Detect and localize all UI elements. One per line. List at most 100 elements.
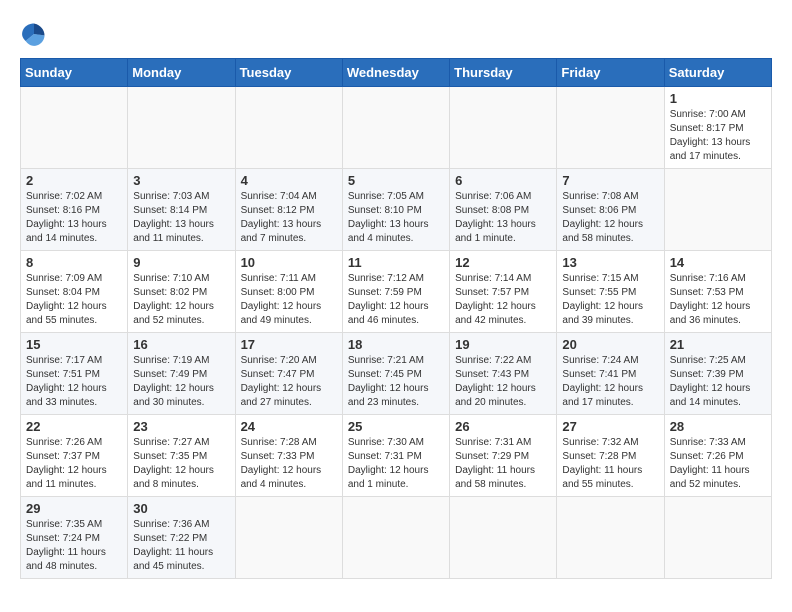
day-number: 16 [133,337,229,352]
empty-cell [235,87,342,169]
day-info: Sunrise: 7:19 AMSunset: 7:49 PMDaylight:… [133,354,229,410]
day-number: 26 [455,419,551,434]
day-info: Sunrise: 7:33 AMSunset: 7:26 PMDaylight:… [670,436,766,492]
day-info: Sunrise: 7:14 AMSunset: 7:57 PMDaylight:… [455,272,551,328]
calendar-row: 29Sunrise: 7:35 AMSunset: 7:24 PMDayligh… [21,497,772,579]
day-info: Sunrise: 7:09 AMSunset: 8:04 PMDaylight:… [26,272,122,328]
calendar-row: 15 Sunrise: 7:17 AMSunset: 7:51 PMDayligh… [21,333,772,415]
day-number: 28 [670,419,766,434]
empty-cell [342,497,449,579]
calendar-day: 15 Sunrise: 7:17 AMSunset: 7:51 PMDayligh… [21,333,128,415]
day-info: Sunrise: 7:36 AMSunset: 7:22 PMDaylight:… [133,518,229,574]
day-info: Sunrise: 7:12 AMSunset: 7:59 PMDaylight:… [348,272,444,328]
day-number: 17 [241,337,337,352]
calendar-day: 1 Sunrise: 7:00 AMSunset: 8:17 PMDaylight… [664,87,771,169]
day-info: Sunrise: 7:00 AMSunset: 8:17 PMDaylight:… [670,108,766,164]
empty-cell [664,169,771,251]
calendar-row: 8 Sunrise: 7:09 AMSunset: 8:04 PMDaylight… [21,251,772,333]
day-number: 13 [562,255,658,270]
day-info: Sunrise: 7:02 AMSunset: 8:16 PMDaylight:… [26,190,122,246]
day-number: 1 [670,91,766,106]
day-number: 15 [26,337,122,352]
empty-cell [557,497,664,579]
empty-cell [128,87,235,169]
calendar-day: 25Sunrise: 7:30 AMSunset: 7:31 PMDayligh… [342,415,449,497]
day-number: 8 [26,255,122,270]
day-info: Sunrise: 7:20 AMSunset: 7:47 PMDaylight:… [241,354,337,410]
day-header-friday: Friday [557,59,664,87]
day-number: 21 [670,337,766,352]
day-number: 24 [241,419,337,434]
calendar-table: SundayMondayTuesdayWednesdayThursdayFrid… [20,58,772,579]
day-info: Sunrise: 7:27 AMSunset: 7:35 PMDaylight:… [133,436,229,492]
day-number: 25 [348,419,444,434]
calendar-day: 11 Sunrise: 7:12 AMSunset: 7:59 PMDayligh… [342,251,449,333]
empty-cell [450,87,557,169]
empty-cell [21,87,128,169]
day-info: Sunrise: 7:16 AMSunset: 7:53 PMDaylight:… [670,272,766,328]
day-info: Sunrise: 7:11 AMSunset: 8:00 PMDaylight:… [241,272,337,328]
day-info: Sunrise: 7:21 AMSunset: 7:45 PMDaylight:… [348,354,444,410]
day-number: 27 [562,419,658,434]
day-number: 30 [133,501,229,516]
calendar-day: 21 Sunrise: 7:25 AMSunset: 7:39 PMDayligh… [664,333,771,415]
day-info: Sunrise: 7:28 AMSunset: 7:33 PMDaylight:… [241,436,337,492]
calendar-day: 29Sunrise: 7:35 AMSunset: 7:24 PMDayligh… [21,497,128,579]
calendar-day: 24 Sunrise: 7:28 AMSunset: 7:33 PMDayligh… [235,415,342,497]
calendar-day: 2 Sunrise: 7:02 AMSunset: 8:16 PMDaylight… [21,169,128,251]
day-number: 18 [348,337,444,352]
day-number: 12 [455,255,551,270]
day-number: 20 [562,337,658,352]
day-info: Sunrise: 7:04 AMSunset: 8:12 PMDaylight:… [241,190,337,246]
calendar-day: 30 Sunrise: 7:36 AMSunset: 7:22 PMDayligh… [128,497,235,579]
page-header [20,20,772,48]
calendar-day: 17 Sunrise: 7:20 AMSunset: 7:47 PMDayligh… [235,333,342,415]
calendar-day: 8 Sunrise: 7:09 AMSunset: 8:04 PMDaylight… [21,251,128,333]
calendar-day: 26 Sunrise: 7:31 AMSunset: 7:29 PMDayligh… [450,415,557,497]
day-info: Sunrise: 7:26 AMSunset: 7:37 PMDaylight:… [26,436,122,492]
day-info: Sunrise: 7:24 AMSunset: 7:41 PMDaylight:… [562,354,658,410]
day-info: Sunrise: 7:31 AMSunset: 7:29 PMDaylight:… [455,436,551,492]
day-number: 2 [26,173,122,188]
day-number: 5 [348,173,444,188]
day-number: 22 [26,419,122,434]
calendar-day: 4 Sunrise: 7:04 AMSunset: 8:12 PMDaylight… [235,169,342,251]
calendar-day: 9Sunrise: 7:10 AMSunset: 8:02 PMDaylight… [128,251,235,333]
calendar-day: 22 Sunrise: 7:26 AMSunset: 7:37 PMDayligh… [21,415,128,497]
calendar-day: 10Sunrise: 7:11 AMSunset: 8:00 PMDayligh… [235,251,342,333]
logo-icon [20,20,48,48]
empty-cell [342,87,449,169]
calendar-day: 19 Sunrise: 7:22 AMSunset: 7:43 PMDayligh… [450,333,557,415]
day-info: Sunrise: 7:22 AMSunset: 7:43 PMDaylight:… [455,354,551,410]
calendar-row: 22 Sunrise: 7:26 AMSunset: 7:37 PMDayligh… [21,415,772,497]
calendar-day: 27Sunrise: 7:32 AMSunset: 7:28 PMDayligh… [557,415,664,497]
calendar-day: 3 Sunrise: 7:03 AMSunset: 8:14 PMDaylight… [128,169,235,251]
calendar-day: 6Sunrise: 7:06 AMSunset: 8:08 PMDaylight… [450,169,557,251]
day-header-saturday: Saturday [664,59,771,87]
day-info: Sunrise: 7:05 AMSunset: 8:10 PMDaylight:… [348,190,444,246]
empty-cell [450,497,557,579]
day-header-wednesday: Wednesday [342,59,449,87]
calendar-day: 16 Sunrise: 7:19 AMSunset: 7:49 PMDayligh… [128,333,235,415]
day-number: 11 [348,255,444,270]
calendar-day: 13Sunrise: 7:15 AMSunset: 7:55 PMDayligh… [557,251,664,333]
calendar-day: 23 Sunrise: 7:27 AMSunset: 7:35 PMDayligh… [128,415,235,497]
day-number: 23 [133,419,229,434]
empty-cell [664,497,771,579]
day-number: 9 [133,255,229,270]
day-number: 19 [455,337,551,352]
day-header-sunday: Sunday [21,59,128,87]
day-info: Sunrise: 7:25 AMSunset: 7:39 PMDaylight:… [670,354,766,410]
day-info: Sunrise: 7:08 AMSunset: 8:06 PMDaylight:… [562,190,658,246]
day-number: 14 [670,255,766,270]
day-info: Sunrise: 7:17 AMSunset: 7:51 PMDaylight:… [26,354,122,410]
day-info: Sunrise: 7:03 AMSunset: 8:14 PMDaylight:… [133,190,229,246]
day-number: 3 [133,173,229,188]
day-number: 4 [241,173,337,188]
logo [20,20,52,48]
calendar-day: 20 Sunrise: 7:24 AMSunset: 7:41 PMDayligh… [557,333,664,415]
empty-cell [557,87,664,169]
day-header-monday: Monday [128,59,235,87]
day-info: Sunrise: 7:06 AMSunset: 8:08 PMDaylight:… [455,190,551,246]
calendar-day: 28 Sunrise: 7:33 AMSunset: 7:26 PMDayligh… [664,415,771,497]
